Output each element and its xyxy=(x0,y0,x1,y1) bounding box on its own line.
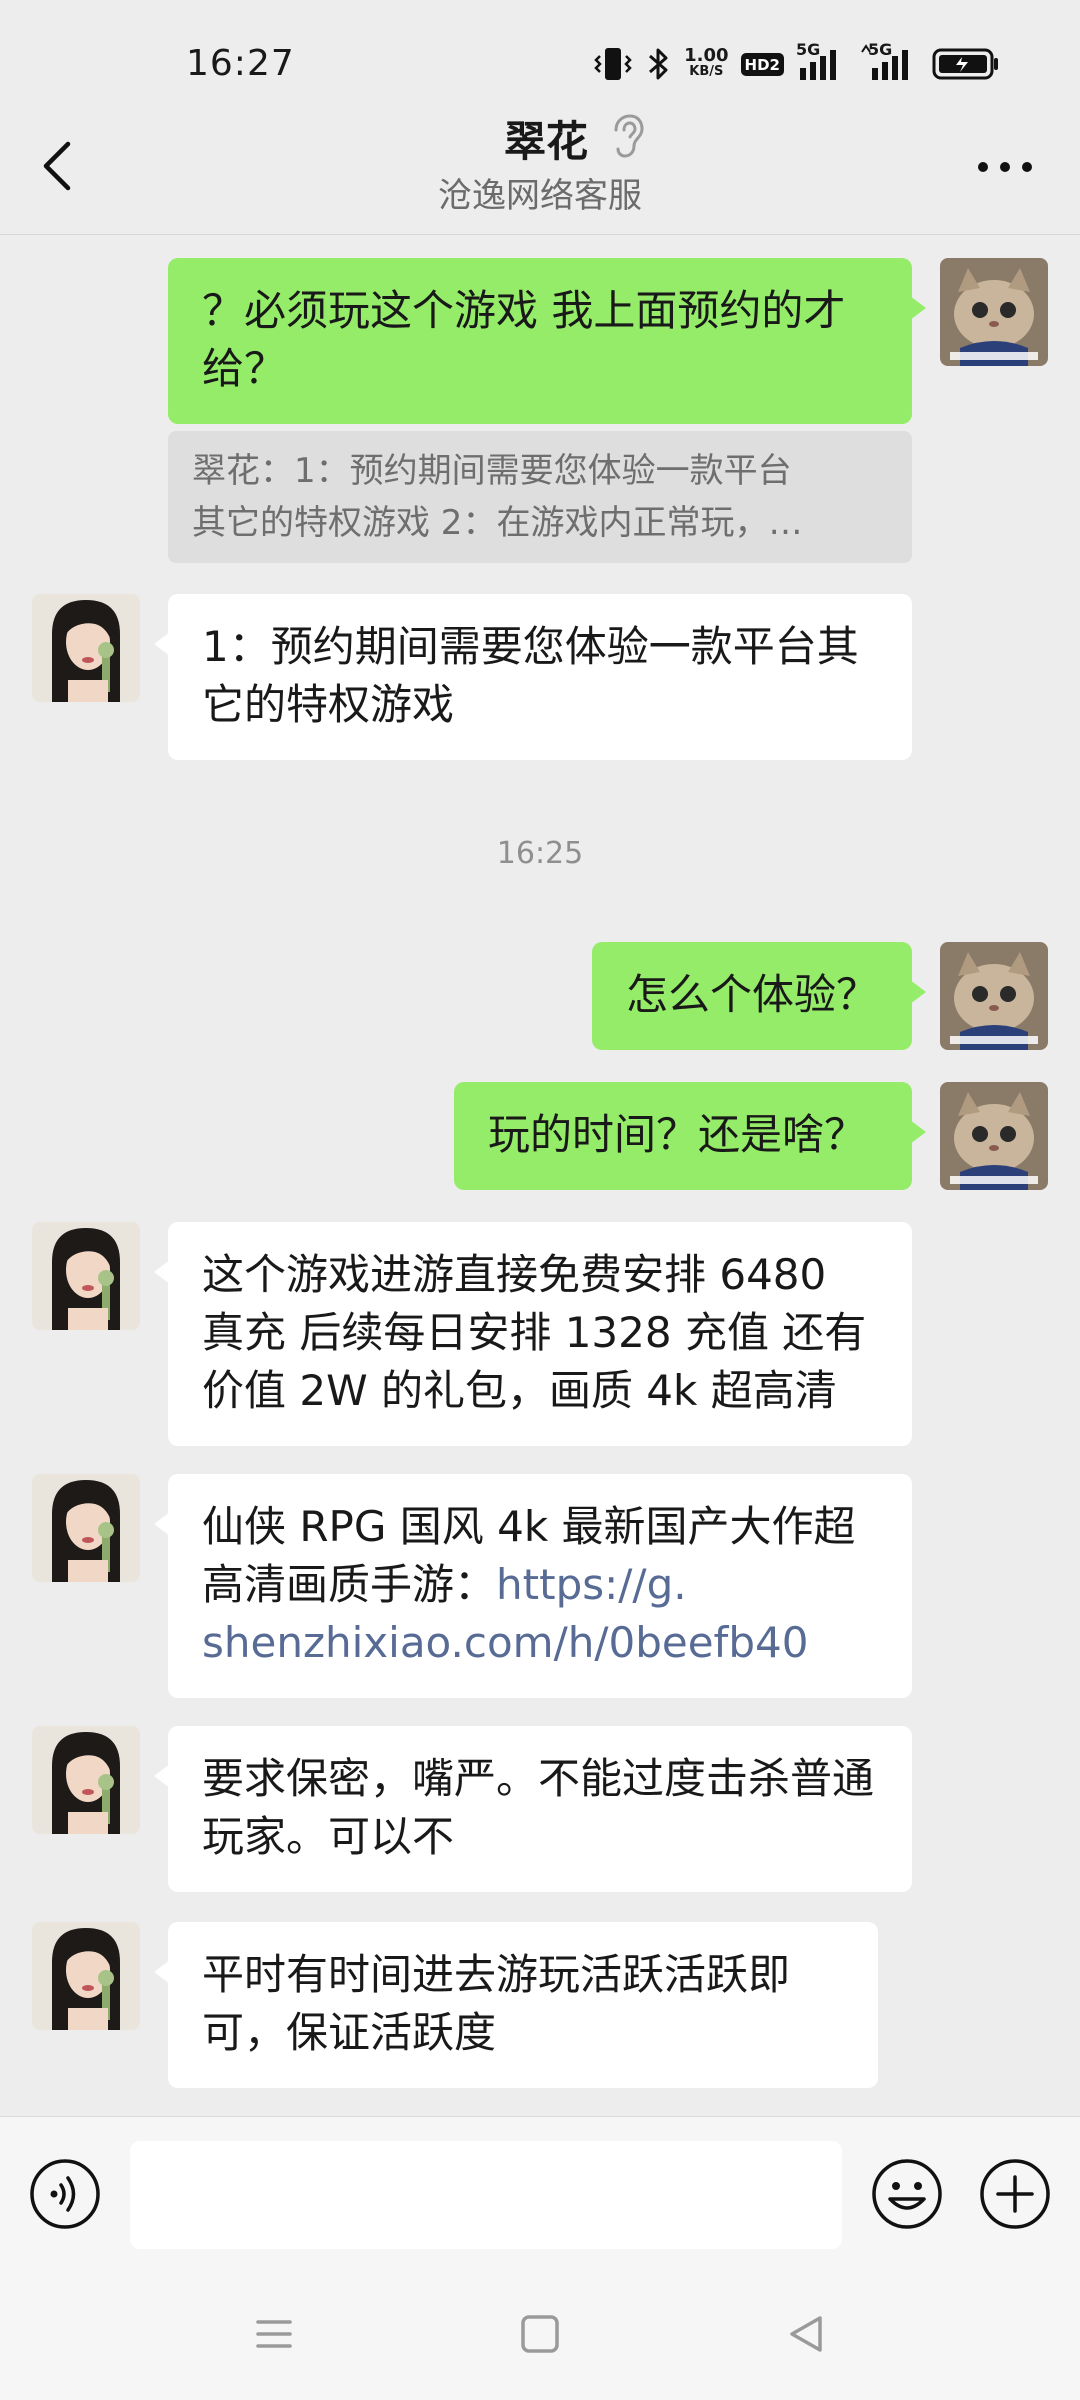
my-message-bubble[interactable]: ？必须玩这个游戏 我上面预约的才给？ xyxy=(168,258,926,424)
contact-message-bubble[interactable]: 仙侠 RPG 国风 4k 最新国产大作超高清画质手游：https://g. she… xyxy=(154,1474,912,1698)
contact-message-bubble[interactable]: 1：预约期间需要您体验一款平台其它的特权游戏 xyxy=(154,594,912,760)
chat-title-area: 翠花 沧逸网络客服 xyxy=(0,114,1080,220)
my-message-bubble[interactable]: 怎么个体验？ xyxy=(592,942,926,1050)
network-speed-value: 1.00 xyxy=(684,45,729,66)
chat-title-line: 翠花 xyxy=(0,114,1080,170)
voice-button[interactable] xyxy=(28,2157,102,2231)
battery-icon xyxy=(932,48,998,80)
status-icons: 1.00 KB/S HD2 5G 5G xyxy=(594,40,1000,86)
my-avatar[interactable] xyxy=(940,1082,1048,1190)
contact-message-bubble[interactable]: 要求保密，嘴严。不能过度击杀普通玩家。可以不 xyxy=(154,1726,912,1892)
voice-icon xyxy=(30,2159,100,2229)
contact-message-bubble[interactable]: 平时有时间进去游玩活跃活跃即可，保证活跃度 xyxy=(154,1922,878,2088)
plus-icon xyxy=(980,2159,1050,2229)
back-triangle-icon xyxy=(790,2316,822,2352)
network-speed-unit: KB/S xyxy=(689,64,724,79)
contact-avatar[interactable] xyxy=(32,1222,140,1330)
signal-5g-icon: 5G xyxy=(796,40,848,84)
contact-avatar[interactable] xyxy=(32,1474,140,1582)
more-icon xyxy=(978,162,1032,172)
nav-back-button[interactable] xyxy=(776,2304,836,2364)
vibrate-icon xyxy=(594,48,632,80)
quoted-message[interactable]: 翠花：1：预约期间需要您体验一款平台 其它的特权游戏 2：在游戏内正常玩，… xyxy=(168,431,912,563)
chat-header: 翠花 沧逸网络客服 xyxy=(0,100,1080,235)
message-list[interactable]: ？必须玩这个游戏 我上面预约的才给？ 翠花：1：预约期间需要您体验一款平台 其它… xyxy=(0,236,1080,2116)
quote-line-2: 其它的特权游戏 2：在游戏内正常玩，… xyxy=(192,503,803,543)
more-options-button[interactable] xyxy=(970,142,1040,192)
my-avatar[interactable] xyxy=(940,258,1048,366)
emoji-icon xyxy=(872,2159,942,2229)
my-message-bubble[interactable]: 玩的时间？还是啥？ xyxy=(454,1082,926,1190)
timestamp: 16:25 xyxy=(496,836,584,871)
bluetooth-icon xyxy=(649,48,668,80)
system-nav-bar xyxy=(0,2270,1080,2400)
message-input[interactable] xyxy=(130,2141,842,2249)
message-link[interactable]: https://g. xyxy=(496,1560,687,1609)
status-time: 16:27 xyxy=(186,43,295,84)
plus-button[interactable] xyxy=(978,2157,1052,2231)
network-speed: 1.00 KB/S xyxy=(684,45,729,80)
chat-subtitle: 沧逸网络客服 xyxy=(438,176,642,216)
ear-icon xyxy=(606,112,646,164)
hd-badge: HD2 xyxy=(740,52,784,76)
nav-home-button[interactable] xyxy=(510,2304,570,2364)
contact-avatar[interactable] xyxy=(32,1726,140,1834)
emoji-button[interactable] xyxy=(870,2157,944,2231)
input-bar xyxy=(0,2116,1080,2271)
contact-avatar[interactable] xyxy=(32,1922,140,2030)
contact-message-bubble[interactable]: 这个游戏进游直接免费安排 6480 真充 后续每日安排 1328 充值 还有价值… xyxy=(154,1222,912,1446)
chat-title: 翠花 xyxy=(503,117,588,166)
contact-avatar[interactable] xyxy=(32,594,140,702)
signal-5g-icon-2: 5G xyxy=(860,40,920,84)
message-link-continued[interactable]: shenzhixiao.com/h/0beefb40 xyxy=(202,1618,808,1667)
menu-icon xyxy=(256,2320,292,2348)
nav-menu-button[interactable] xyxy=(244,2304,304,2364)
my-avatar[interactable] xyxy=(940,942,1048,1050)
home-icon xyxy=(521,2315,559,2353)
quote-line-1: 翠花：1：预约期间需要您体验一款平台 xyxy=(192,451,792,491)
